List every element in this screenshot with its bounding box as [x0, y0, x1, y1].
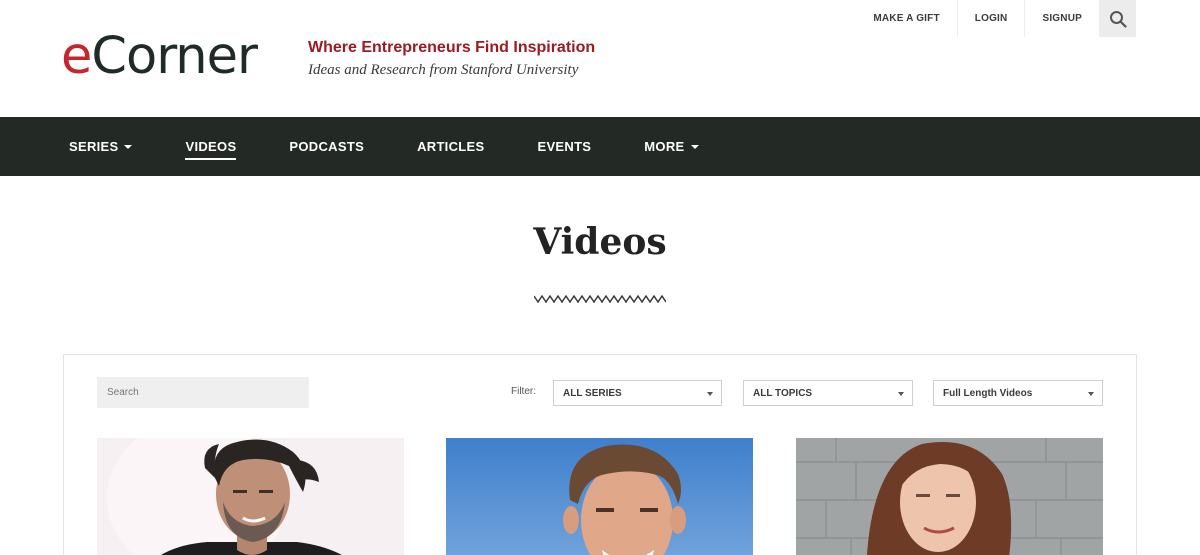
decorative-squiggle	[534, 294, 666, 304]
page-title: Videos	[533, 221, 667, 263]
dropdown-arrow-icon	[707, 392, 713, 396]
nav-item-more[interactable]: MORE	[644, 117, 699, 176]
video-card-thumbnail[interactable]	[796, 438, 1103, 555]
tagline-secondary: Ideas and Research from Stanford Univers…	[308, 62, 579, 78]
caret-down-icon	[690, 144, 699, 149]
speaker-photo	[97, 438, 404, 555]
make-a-gift-link[interactable]: MAKE A GIFT	[856, 0, 958, 37]
utility-nav: MAKE A GIFT LOGIN SIGNUP	[856, 0, 1136, 37]
video-card-thumbnail[interactable]	[97, 438, 404, 555]
dropdown-arrow-icon	[898, 392, 904, 396]
site-header: eCorner Where Entrepreneurs Find Inspira…	[0, 0, 1200, 117]
search-button[interactable]	[1099, 0, 1136, 37]
search-icon	[1109, 10, 1127, 28]
speaker-photo	[796, 438, 1103, 555]
signup-link[interactable]: SIGNUP	[1025, 0, 1099, 37]
main-nav: SERIES VIDEOS PODCASTS ARTICLES EVENTS M…	[0, 117, 1200, 176]
series-select[interactable]: ALL SERIES	[553, 380, 722, 406]
nav-item-series[interactable]: SERIES	[69, 117, 133, 176]
tagline: Where Entrepreneurs Find Inspiration Ide…	[308, 38, 595, 81]
dropdown-arrow-icon	[1088, 392, 1094, 396]
tagline-primary: Where Entrepreneurs Find Inspiration	[308, 39, 596, 56]
filter-label: Filter:	[511, 386, 536, 397]
nav-item-events[interactable]: EVENTS	[537, 117, 591, 176]
topics-select[interactable]: ALL TOPICS	[743, 380, 913, 406]
length-select[interactable]: Full Length Videos	[933, 380, 1103, 406]
nav-item-podcasts[interactable]: PODCASTS	[289, 117, 364, 176]
search-input[interactable]	[97, 377, 309, 408]
ecorner-logo[interactable]: eCorner	[61, 28, 258, 86]
nav-item-videos[interactable]: VIDEOS	[185, 117, 237, 176]
login-link[interactable]: LOGIN	[958, 0, 1026, 37]
video-listing-panel: Filter: ALL SERIES ALL TOPICS Full Lengt…	[63, 354, 1137, 555]
nav-item-articles[interactable]: ARTICLES	[417, 117, 484, 176]
active-underline	[185, 158, 237, 160]
speaker-photo	[446, 438, 753, 555]
caret-down-icon	[124, 144, 133, 149]
video-card-thumbnail[interactable]	[446, 438, 753, 555]
